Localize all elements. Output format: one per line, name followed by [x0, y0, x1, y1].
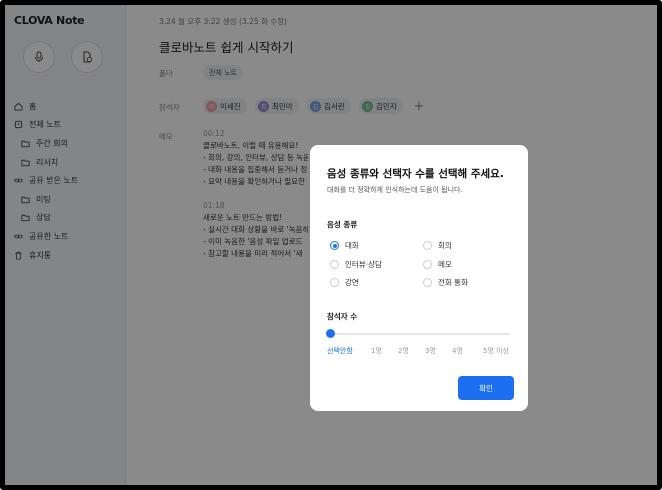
radio-interview[interactable]: 인터뷰·상담 — [330, 259, 382, 270]
voice-settings-dialog: 음성 종류와 선택자 수를 선택해 주세요. 대화를 더 정확하게 인식하는데 … — [310, 145, 528, 411]
app-window: CLOVA Note 홈 전체 노트 주간 회의 리서치 공유 받은 노트 미팅… — [0, 0, 662, 490]
radio-indicator — [330, 278, 339, 287]
radio-meeting[interactable]: 회의 — [423, 240, 452, 251]
confirm-button[interactable]: 확인 — [458, 376, 514, 400]
slider-tick[interactable]: 1명 — [371, 346, 382, 356]
radio-memo[interactable]: 메모 — [423, 259, 452, 270]
radio-label: 메모 — [438, 260, 452, 269]
radio-indicator — [330, 260, 339, 269]
slider-tick[interactable]: 2명 — [398, 346, 409, 356]
radio-label: 강연 — [345, 278, 359, 287]
dialog-subtitle: 대화를 더 정확하게 인식하는데 도움이 됩니다. — [327, 186, 463, 194]
participant-count-slider-thumb[interactable] — [326, 329, 335, 338]
participant-count-label: 참석자 수 — [327, 312, 358, 321]
radio-indicator — [423, 278, 432, 287]
radio-label: 회의 — [438, 241, 452, 250]
radio-label: 인터뷰·상담 — [345, 260, 382, 269]
dialog-title: 음성 종류와 선택자 수를 선택해 주세요. — [327, 168, 504, 180]
slider-tick[interactable]: 선택안함 — [327, 346, 353, 356]
radio-label: 전화 통화 — [438, 278, 468, 287]
radio-label: 대화 — [345, 241, 359, 250]
slider-tick[interactable]: 4명 — [452, 346, 463, 356]
radio-phone-call[interactable]: 전화 통화 — [423, 277, 468, 288]
slider-tick[interactable]: 3명 — [425, 346, 436, 356]
radio-indicator — [330, 241, 339, 250]
participant-count-slider-track[interactable] — [330, 333, 510, 335]
voice-type-label: 음성 종류 — [327, 220, 358, 229]
radio-indicator — [423, 260, 432, 269]
slider-tick[interactable]: 5명 이상 — [483, 346, 509, 356]
radio-conversation[interactable]: 대화 — [330, 240, 359, 251]
radio-indicator — [423, 241, 432, 250]
radio-lecture[interactable]: 강연 — [330, 277, 359, 288]
